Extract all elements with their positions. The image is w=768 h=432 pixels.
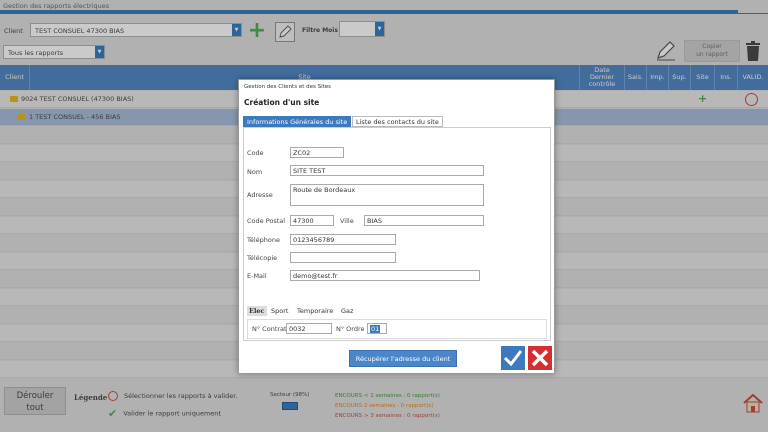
- contract-panel: N° Contrat 0032 N° Ordre 01: [247, 319, 547, 339]
- code-postal-label: Code Postal: [247, 217, 286, 225]
- contrat-field[interactable]: 0032: [286, 323, 332, 334]
- cancel-button[interactable]: [528, 346, 552, 370]
- dialog-header: Gestion des Clients et des Sites: [244, 84, 332, 90]
- tab-sport[interactable]: Sport: [269, 306, 290, 316]
- telecopie-label: Télécopie: [247, 254, 278, 262]
- telephone-label: Téléphone: [247, 236, 281, 244]
- recuperer-adresse-button[interactable]: Récupérer l'adresse du client: [349, 350, 457, 367]
- ville-label: Ville: [340, 217, 354, 225]
- email-field[interactable]: demo@test.fr: [290, 270, 480, 281]
- email-label: E-Mail: [247, 272, 267, 280]
- confirm-button[interactable]: [501, 346, 525, 370]
- code-field[interactable]: ZC02: [290, 147, 344, 158]
- dialog-title: Création d'un site: [244, 98, 320, 107]
- telecopie-field[interactable]: [290, 252, 396, 263]
- ordre-value: 01: [370, 325, 381, 333]
- nom-label: Nom: [247, 168, 263, 176]
- tab-temporaire[interactable]: Temporaire: [295, 306, 335, 316]
- ville-field[interactable]: BIAS: [364, 215, 484, 226]
- tab-contacts[interactable]: Liste des contacts du site: [352, 116, 443, 127]
- tab-general-info[interactable]: Informations Générales du site: [243, 116, 352, 127]
- tab-elec[interactable]: Elec: [247, 306, 267, 316]
- check-icon: [503, 350, 523, 367]
- ordre-label: N° Ordre: [336, 325, 365, 333]
- adresse-label: Adresse: [247, 191, 273, 199]
- site-creation-dialog: Gestion des Clients et des Sites Créatio…: [238, 79, 555, 374]
- tab-gaz[interactable]: Gaz: [339, 306, 355, 316]
- code-label: Code: [247, 149, 264, 157]
- close-icon: [531, 349, 549, 367]
- ordre-field[interactable]: 01: [367, 323, 387, 334]
- adresse-field[interactable]: Route de Bordeaux: [290, 184, 484, 206]
- nom-field[interactable]: SITE TEST: [290, 165, 484, 176]
- telephone-field[interactable]: 0123456789: [290, 234, 396, 245]
- contrat-label: N° Contrat: [252, 325, 287, 333]
- code-postal-field[interactable]: 47300: [290, 215, 334, 226]
